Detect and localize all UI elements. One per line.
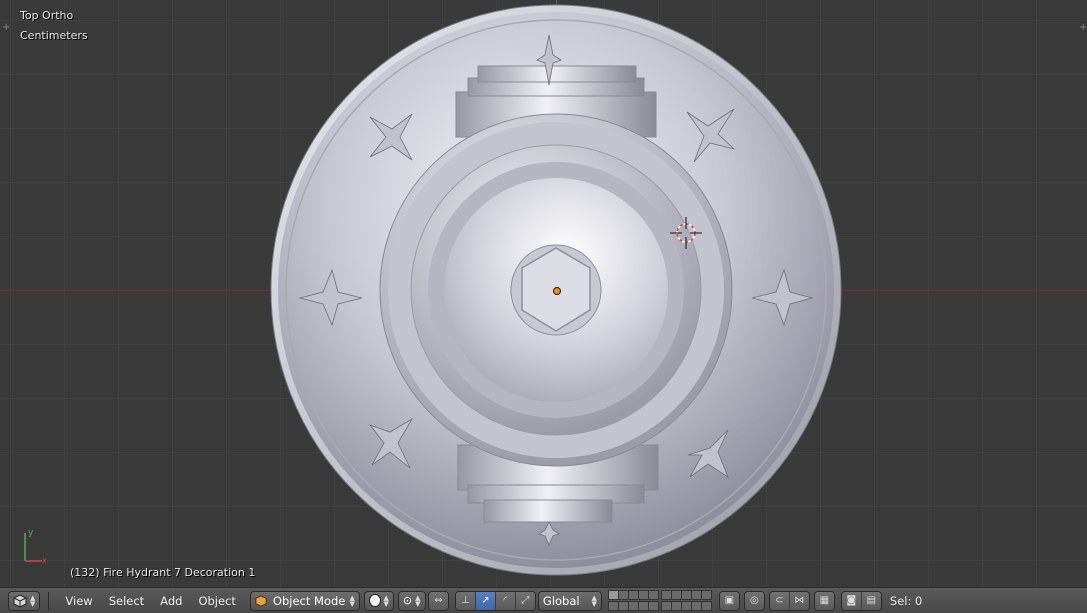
layer-button[interactable]: [700, 590, 712, 600]
render-animation-icon[interactable]: ▤: [861, 591, 881, 610]
pivot-icon: ⊙: [402, 594, 413, 607]
axis-gizmo-icon: y x: [24, 528, 47, 565]
dropdown-arrows-icon: ▲ ▼: [30, 593, 36, 608]
orientation-label: Global: [542, 593, 580, 608]
layer-button[interactable]: [700, 601, 712, 611]
pivot-select[interactable]: ⊙ ▲ ▼: [397, 590, 426, 611]
scale-icon[interactable]: ⤢: [515, 591, 535, 610]
3d-viewport[interactable]: + + Top Ortho Centimeters y x (132) Fire…: [0, 0, 1087, 587]
viewport-header: ▲ ▼ View Select Add Object Object Mode ▲ ▼…: [0, 587, 1087, 613]
cube-icon: [13, 593, 27, 608]
dropdown-arrows-icon: ▲ ▼: [415, 593, 421, 608]
manipulator-toggle[interactable]: ⇔: [428, 591, 448, 610]
dropdown-arrows-icon: ▲ ▼: [591, 593, 597, 608]
mode-label: Object Mode: [272, 593, 346, 608]
divider: [48, 591, 50, 610]
object-info: (132) Fire Hydrant 7 Decoration 1: [70, 566, 256, 579]
snap-target-icon[interactable]: ▦: [814, 591, 834, 610]
manipulator-arrows-icon: ⇔: [434, 595, 443, 606]
shading-select[interactable]: ▲ ▼: [363, 590, 394, 611]
axis-x-label: x: [42, 556, 47, 565]
mode-select[interactable]: Object Mode ▲ ▼: [249, 590, 360, 611]
menu-select[interactable]: Select: [101, 591, 152, 611]
menu-view[interactable]: View: [57, 591, 100, 611]
lock-camera-icon[interactable]: ▣: [719, 591, 739, 610]
render-group[interactable]: ◙ ▤: [840, 590, 882, 611]
pivot-alignment[interactable]: ⇔: [427, 590, 449, 611]
object-cube-icon: [255, 594, 267, 607]
snap-group[interactable]: ⊂ ⋈: [768, 590, 810, 611]
fire-hydrant-model[interactable]: [0, 0, 1087, 587]
orientation-select[interactable]: Global ▲ ▼: [537, 590, 602, 611]
layer-button[interactable]: [647, 590, 659, 600]
dropdown-arrows-icon: ▲ ▼: [349, 593, 355, 608]
layer-buttons[interactable]: [607, 590, 712, 611]
proportional-edit-icon[interactable]: ◎: [744, 591, 764, 610]
solid-sphere-icon: [368, 594, 381, 607]
rotate-icon[interactable]: ◜: [495, 591, 516, 610]
selection-count: Sel: 0: [889, 593, 923, 608]
axis-y-label: y: [28, 528, 34, 538]
proportional-group[interactable]: ◎: [743, 590, 765, 611]
dropdown-arrows-icon: ▲ ▼: [383, 593, 389, 608]
lock-group[interactable]: ▣: [718, 590, 740, 611]
menu-add[interactable]: Add: [152, 591, 190, 611]
3d-cursor-icon[interactable]: [670, 217, 702, 249]
object-origin-icon: [553, 287, 561, 295]
editor-type-button[interactable]: ▲ ▼: [8, 590, 41, 611]
camera-icon[interactable]: ◙: [841, 591, 862, 610]
menu-object[interactable]: Object: [190, 591, 243, 611]
snap-target-group[interactable]: ▦: [813, 590, 835, 611]
snap-element-icon[interactable]: ⋈: [789, 591, 809, 610]
manipulator-icon[interactable]: ⊥: [455, 591, 476, 610]
translate-icon[interactable]: ↗: [475, 591, 496, 610]
magnet-icon[interactable]: ⊂: [769, 591, 790, 610]
layer-button[interactable]: [647, 601, 659, 611]
manipulator-group[interactable]: ⊥ ↗ ◜ ⤢: [454, 590, 536, 611]
